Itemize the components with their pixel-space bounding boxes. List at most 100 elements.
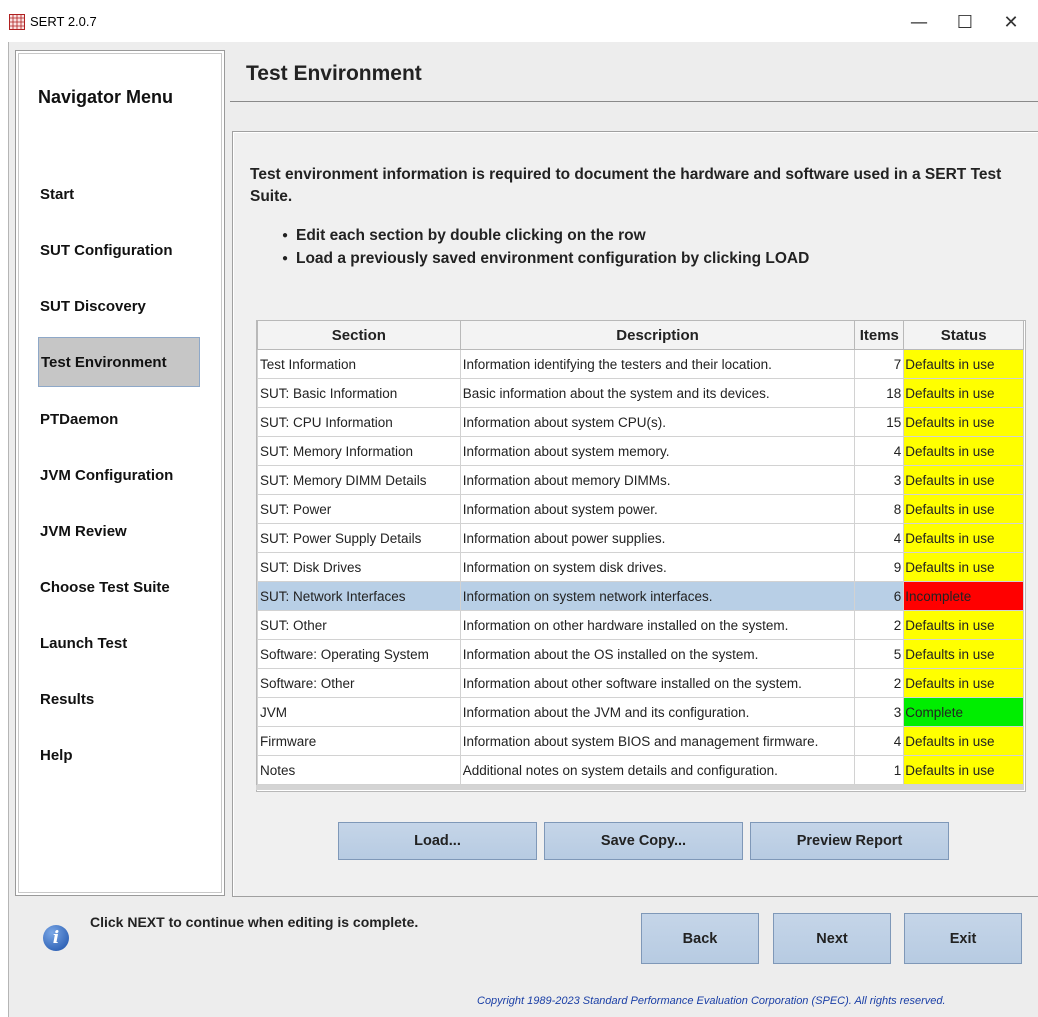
table-row[interactable]: SUT: Power Supply Details Information abo… [257,523,1024,553]
cell-description[interactable]: Information about the OS installed on th… [459,639,856,669]
nav-item-jvm-configuration[interactable]: JVM Configuration [24,451,200,501]
cell-section[interactable]: SUT: Memory DIMM Details [257,465,461,495]
nav-item-sut-configuration[interactable]: SUT Configuration [24,226,200,276]
column-header-section[interactable]: Section [257,321,461,350]
cell-description[interactable]: Information identifying the testers and … [459,349,856,379]
cell-status[interactable]: Defaults in use [903,610,1024,640]
cell-items[interactable]: 4 [854,523,905,553]
cell-section[interactable]: Software: Operating System [257,639,461,669]
cell-description[interactable]: Information about system power. [459,494,856,524]
minimize-icon[interactable]: — [896,8,942,36]
table-row[interactable]: SUT: Power Information about system power… [257,494,1024,524]
cell-status[interactable]: Defaults in use [903,552,1024,582]
table-row[interactable]: Notes Additional notes on system details … [257,755,1024,785]
cell-section[interactable]: Notes [257,755,461,785]
save-copy-button[interactable]: Save Copy... [544,822,743,860]
cell-description[interactable]: Information on system disk drives. [459,552,856,582]
column-header-description[interactable]: Description [459,321,856,350]
table-row[interactable]: Firmware Information about system BIOS an… [257,726,1024,756]
cell-section[interactable]: SUT: Memory Information [257,436,461,466]
cell-description[interactable]: Basic information about the system and i… [459,378,856,408]
cell-section[interactable]: SUT: Disk Drives [257,552,461,582]
cell-description[interactable]: Information about system BIOS and manage… [459,726,856,756]
cell-section[interactable]: SUT: Network Interfaces [257,581,461,611]
cell-status[interactable]: Defaults in use [903,639,1024,669]
column-header-status[interactable]: Status [903,321,1024,350]
table-row[interactable]: SUT: Other Information on other hardware … [257,610,1024,640]
cell-status[interactable]: Defaults in use [903,668,1024,698]
cell-section[interactable]: Firmware [257,726,461,756]
cell-section[interactable]: Test Information [257,349,461,379]
cell-description[interactable]: Additional notes on system details and c… [459,755,856,785]
table-row[interactable]: JVM Information about the JVM and its con… [257,697,1024,727]
cell-status[interactable]: Defaults in use [903,465,1024,495]
cell-section[interactable]: SUT: Power [257,494,461,524]
cell-section[interactable]: SUT: Power Supply Details [257,523,461,553]
cell-description[interactable]: Information about system CPU(s). [459,407,856,437]
load-button[interactable]: Load... [338,822,537,860]
nav-item-launch-test[interactable]: Launch Test [24,619,200,669]
cell-items[interactable]: 7 [854,349,905,379]
cell-items[interactable]: 2 [854,668,905,698]
table-row[interactable]: SUT: Disk Drives Information on system di… [257,552,1024,582]
table-row[interactable]: SUT: Network Interfaces Information on sy… [257,581,1024,611]
cell-status[interactable]: Incomplete [903,581,1024,611]
cell-description[interactable]: Information on other hardware installed … [459,610,856,640]
close-icon[interactable]: ✕ [988,8,1034,36]
cell-description[interactable]: Information about memory DIMMs. [459,465,856,495]
cell-status[interactable]: Defaults in use [903,378,1024,408]
cell-description[interactable]: Information about other software install… [459,668,856,698]
cell-description[interactable]: Information about power supplies. [459,523,856,553]
cell-items[interactable]: 3 [854,697,905,727]
cell-section[interactable]: Software: Other [257,668,461,698]
cell-items[interactable]: 3 [854,465,905,495]
cell-items[interactable]: 4 [854,436,905,466]
cell-items[interactable]: 2 [854,610,905,640]
cell-status[interactable]: Defaults in use [903,726,1024,756]
cell-section[interactable]: SUT: CPU Information [257,407,461,437]
cell-status[interactable]: Defaults in use [903,407,1024,437]
cell-items[interactable]: 6 [854,581,905,611]
cell-items[interactable]: 5 [854,639,905,669]
maximize-icon[interactable]: ☐ [942,8,988,36]
cell-items[interactable]: 9 [854,552,905,582]
cell-items[interactable]: 1 [854,755,905,785]
info-icon: i [43,925,69,951]
table-row[interactable]: Software: Operating System Information ab… [257,639,1024,669]
cell-status[interactable]: Defaults in use [903,436,1024,466]
cell-status[interactable]: Defaults in use [903,349,1024,379]
table-row[interactable]: SUT: Basic Information Basic information … [257,378,1024,408]
cell-items[interactable]: 4 [854,726,905,756]
table-row[interactable]: Test Information Information identifying … [257,349,1024,379]
cell-status[interactable]: Defaults in use [903,755,1024,785]
exit-button[interactable]: Exit [904,913,1022,964]
cell-section[interactable]: SUT: Other [257,610,461,640]
cell-status[interactable]: Defaults in use [903,523,1024,553]
nav-item-start[interactable]: Start [24,170,200,220]
nav-item-help[interactable]: Help [24,731,200,781]
table-row[interactable]: SUT: Memory Information Information about… [257,436,1024,466]
nav-item-ptdaemon[interactable]: PTDaemon [24,395,200,445]
cell-status[interactable]: Complete [903,697,1024,727]
back-button[interactable]: Back [641,913,759,964]
nav-item-results[interactable]: Results [24,675,200,725]
cell-section[interactable]: JVM [257,697,461,727]
cell-section[interactable]: SUT: Basic Information [257,378,461,408]
nav-item-jvm-review[interactable]: JVM Review [24,507,200,557]
table-row[interactable]: SUT: Memory DIMM Details Information abou… [257,465,1024,495]
nav-item-sut-discovery[interactable]: SUT Discovery [24,282,200,332]
table-row[interactable]: Software: Other Information about other s… [257,668,1024,698]
cell-items[interactable]: 15 [854,407,905,437]
nav-item-choose-test-suite[interactable]: Choose Test Suite [24,563,200,613]
cell-items[interactable]: 18 [854,378,905,408]
column-header-items[interactable]: Items [854,321,905,350]
next-button[interactable]: Next [773,913,891,964]
nav-item-test-environment[interactable]: Test Environment [38,337,200,387]
preview-report-button[interactable]: Preview Report [750,822,949,860]
cell-description[interactable]: Information about the JVM and its config… [459,697,856,727]
table-row[interactable]: SUT: CPU Information Information about sy… [257,407,1024,437]
cell-items[interactable]: 8 [854,494,905,524]
cell-description[interactable]: Information about system memory. [459,436,856,466]
cell-description[interactable]: Information on system network interfaces… [459,581,856,611]
cell-status[interactable]: Defaults in use [903,494,1024,524]
